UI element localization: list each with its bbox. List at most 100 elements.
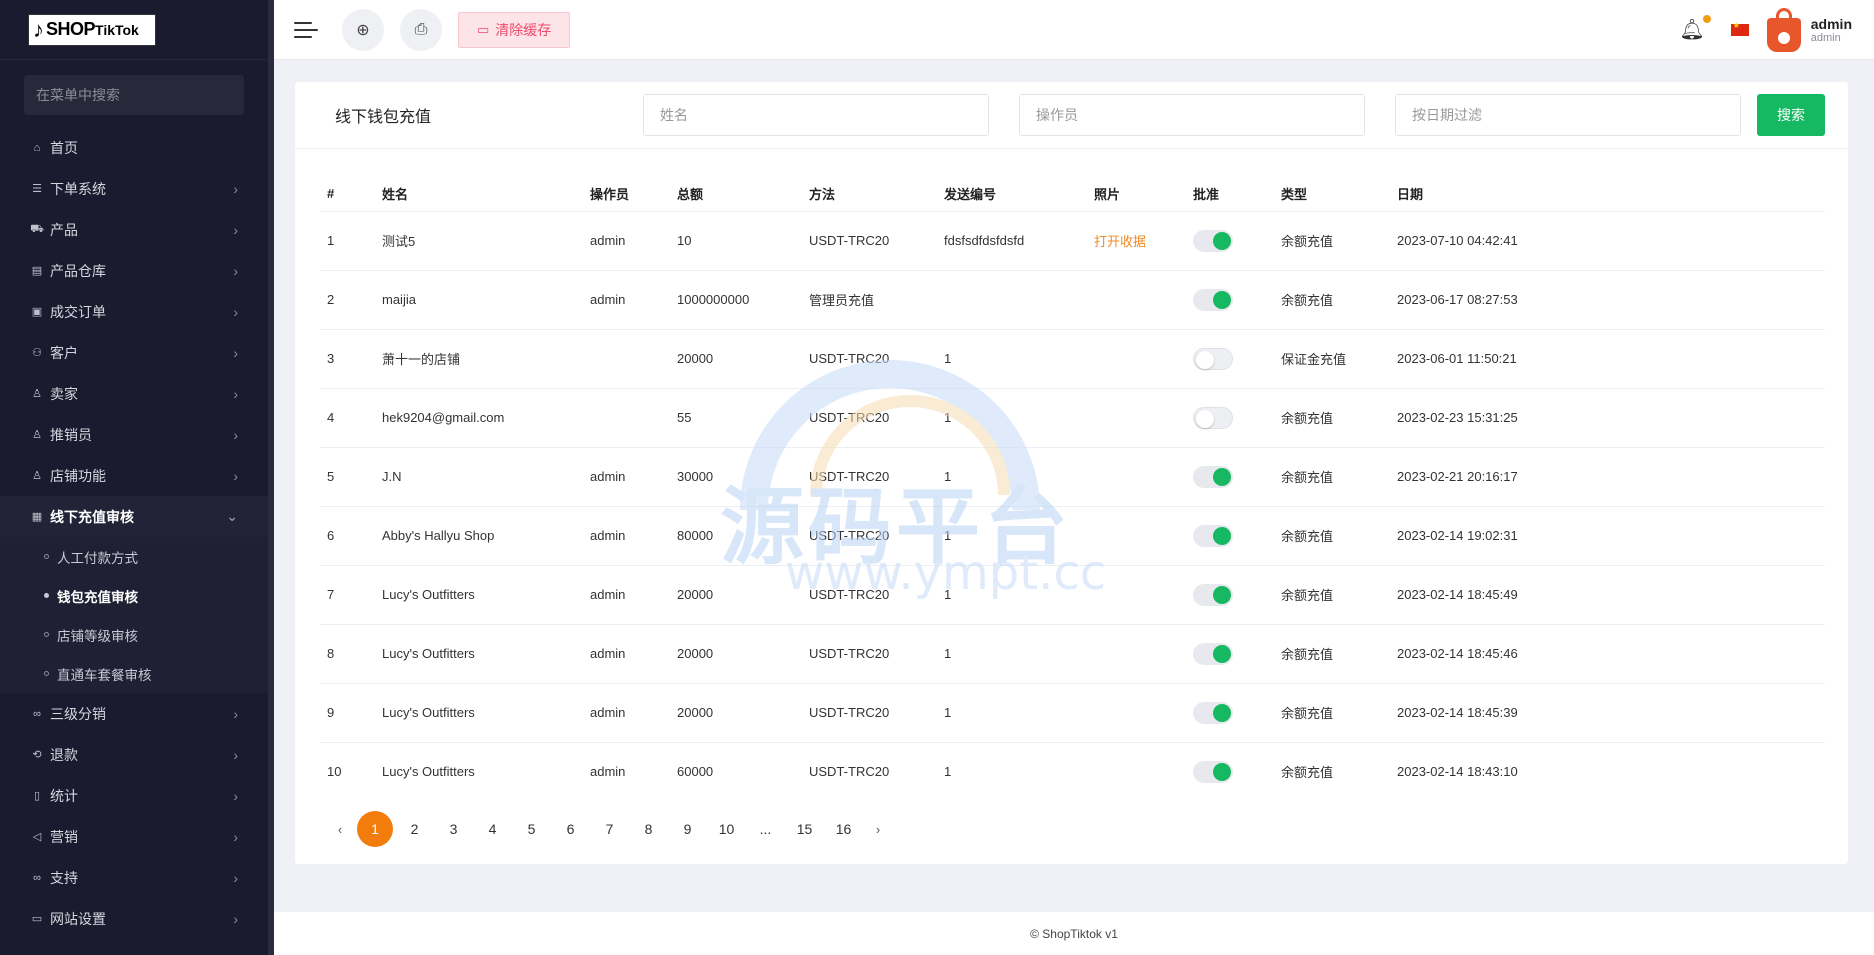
- page-button[interactable]: 2: [395, 811, 434, 847]
- page-button[interactable]: 16: [824, 811, 863, 847]
- notification-dot: [1702, 15, 1711, 23]
- sidebar-item[interactable]: ♙ 推销员 ›: [0, 414, 268, 455]
- menu-toggle-icon[interactable]: [294, 21, 320, 38]
- approve-toggle[interactable]: [1193, 701, 1233, 724]
- page-button[interactable]: 6: [551, 811, 590, 847]
- cell-operator: admin: [583, 211, 670, 271]
- sidebar-item[interactable]: ▤ 产品仓库 ›: [0, 250, 268, 291]
- date-filter-input[interactable]: 按日期过滤: [1395, 94, 1741, 136]
- sidebar-scrollbar[interactable]: [268, 0, 274, 955]
- page-button[interactable]: 3: [434, 811, 473, 847]
- sidebar-item[interactable]: ▣ 成交订单 ›: [0, 291, 268, 332]
- approve-toggle[interactable]: [1193, 406, 1233, 429]
- sidebar-item[interactable]: ♙ 店铺功能 ›: [0, 455, 268, 496]
- sidebar-item-label: 成交订单: [50, 303, 106, 320]
- sidebar-item[interactable]: ♙ 卖家 ›: [0, 373, 268, 414]
- sidebar-subitem[interactable]: 直通车套餐审核: [0, 654, 268, 693]
- chevron-right-icon: ›: [233, 426, 238, 443]
- approve-toggle[interactable]: [1193, 465, 1233, 488]
- user-icon: ♙: [32, 470, 42, 482]
- page-button[interactable]: 15: [785, 811, 824, 847]
- sidebar-item[interactable]: ∞ 三级分销 ›: [0, 693, 268, 734]
- cell-type: 余额充值: [1281, 765, 1334, 781]
- approve-toggle[interactable]: [1193, 760, 1233, 783]
- photo-cell: [1087, 388, 1186, 448]
- table-row: 9 Lucy's Outfitters admin 20000 USDT-TRC20 1 余…: [320, 683, 1825, 743]
- link-icon: ∞: [33, 871, 41, 884]
- page-button[interactable]: 4: [473, 811, 512, 847]
- open-receipt-link[interactable]: 打开收据: [1094, 234, 1146, 249]
- approve-cell: [1186, 624, 1274, 684]
- page-button[interactable]: 8: [629, 811, 668, 847]
- recharge-card: 线下钱包充值 姓名 操作员 按日期过滤 搜索 # 姓名 操作员 总额 方法 发送编号 照片批…: [295, 82, 1848, 864]
- chevron-right-icon: ›: [233, 344, 238, 361]
- chevron-right-icon: ›: [233, 262, 238, 279]
- cell-name: Lucy's Outfitters: [382, 764, 475, 780]
- page-button[interactable]: 1: [357, 811, 393, 847]
- user-icon: ♙: [32, 388, 42, 400]
- user-block[interactable]: admin admin: [1811, 16, 1852, 44]
- next-page-button[interactable]: ›: [863, 811, 893, 847]
- photo-cell: [1087, 506, 1186, 566]
- bell-icon[interactable]: 🔔︎: [1679, 15, 1711, 42]
- approve-toggle[interactable]: [1193, 583, 1233, 606]
- cell-type: 余额充值: [1274, 506, 1390, 566]
- cell-num: 8: [320, 624, 375, 684]
- menu-search-input[interactable]: 在菜单中搜索: [24, 75, 244, 115]
- operator-filter-input[interactable]: 操作员: [1019, 94, 1365, 136]
- sidebar-item[interactable]: ▭ 网站设置 ›: [0, 898, 268, 939]
- cell-method: USDT-TRC20: [802, 683, 937, 743]
- print-icon[interactable]: ⎙: [400, 8, 442, 51]
- sidebar-subitem[interactable]: 钱包充值审核: [0, 576, 268, 615]
- sidebar-item[interactable]: ⚇ 客户 ›: [0, 332, 268, 373]
- search-button[interactable]: 搜索: [1757, 94, 1825, 136]
- page-button[interactable]: 5: [512, 811, 551, 847]
- approve-toggle[interactable]: [1193, 229, 1233, 252]
- page-button[interactable]: ...: [746, 811, 785, 847]
- sidebar-item[interactable]: ∞ 支持 ›: [0, 857, 268, 898]
- sidebar-item[interactable]: ☰ 下单系统 ›: [0, 168, 268, 209]
- column-header: 操作员: [583, 177, 670, 212]
- column-header: 照片: [1087, 177, 1186, 212]
- sidebar-item[interactable]: ⛟ 产品 ›: [0, 209, 268, 250]
- logo-area: ♪ SHOP TikTok: [0, 0, 268, 60]
- table-row: 5 J.N admin 30000 USDT-TRC20 1 余额充值 2023-02-21 …: [320, 447, 1825, 507]
- clear-cache-label: 清除缓存: [495, 21, 552, 38]
- cell-operator: admin: [583, 447, 670, 507]
- cell-amount: 60000: [677, 764, 714, 780]
- sidebar-item-label: 网站设置: [50, 910, 106, 927]
- prev-page-button[interactable]: ‹: [325, 811, 355, 847]
- photo-cell: [1087, 624, 1186, 684]
- sidebar-item[interactable]: ⟲ 退款 ›: [0, 734, 268, 775]
- sidebar-item[interactable]: ▯ 统计 ›: [0, 775, 268, 816]
- sidebar-subitem[interactable]: 店铺等级审核: [0, 615, 268, 654]
- drive-icon: ▭: [477, 21, 490, 37]
- sidebar-submenu: 人工付款方式 钱包充值审核店铺等级审核直通车套餐审核: [0, 537, 268, 693]
- sidebar-item[interactable]: ▦ 线下充值审核 ⌄: [0, 496, 268, 537]
- user-icon: ♙: [32, 429, 42, 441]
- sidebar-subitem-label: 店铺等级审核: [57, 628, 138, 644]
- china-flag-icon[interactable]: [1730, 21, 1749, 36]
- globe-icon[interactable]: ⊕: [342, 8, 384, 51]
- money-icon: ▦: [31, 511, 43, 523]
- table-row: 3 萧十一的店铺 20000 USDT-TRC20 1 保证金充值 2023-06-01 1…: [320, 329, 1825, 389]
- table-row: 1 测试5 admin 10 USDT-TRC20 fdsfsdfdsfdsfd 打开收据 余…: [320, 211, 1825, 271]
- approve-toggle[interactable]: [1193, 642, 1233, 665]
- name-filter-input[interactable]: 姓名: [643, 94, 989, 136]
- logo[interactable]: ♪ SHOP TikTok: [28, 13, 156, 46]
- sidebar-item[interactable]: ◁ 营销 ›: [0, 816, 268, 857]
- approve-toggle[interactable]: [1193, 524, 1233, 547]
- approve-toggle[interactable]: [1193, 347, 1233, 370]
- users-icon: ⚇: [32, 347, 42, 359]
- cell-method: USDT-TRC20: [802, 329, 937, 389]
- chevron-right-icon: ›: [233, 705, 238, 722]
- avatar[interactable]: [1766, 7, 1801, 52]
- cell-type: 余额充值: [1274, 683, 1390, 743]
- approve-toggle[interactable]: [1193, 288, 1233, 311]
- sidebar-item[interactable]: ⌂ 首页: [0, 127, 268, 168]
- page-button[interactable]: 7: [590, 811, 629, 847]
- page-button[interactable]: 10: [707, 811, 746, 847]
- page-button[interactable]: 9: [668, 811, 707, 847]
- clear-cache-button[interactable]: ▭ 清除缓存: [458, 11, 571, 48]
- sidebar-subitem[interactable]: 人工付款方式: [0, 537, 268, 576]
